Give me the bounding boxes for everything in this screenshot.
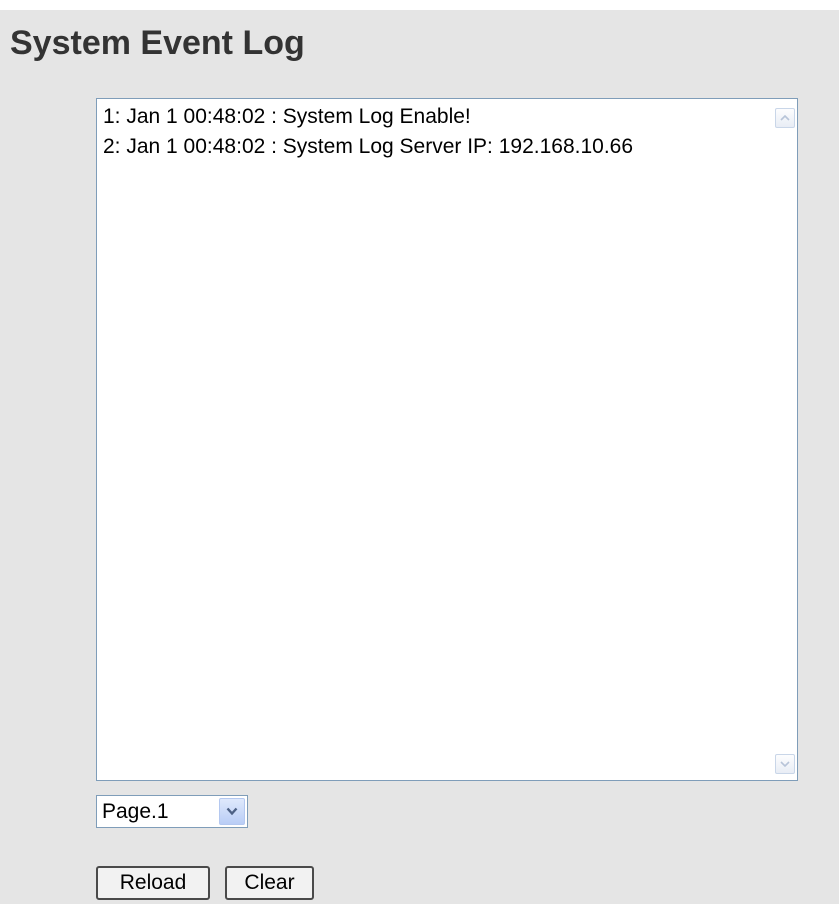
event-log-textarea[interactable]: 1: Jan 1 00:48:02 : System Log Enable! 2… bbox=[96, 98, 798, 781]
page-title: System Event Log bbox=[10, 24, 305, 62]
log-entry: 2: Jan 1 00:48:02 : System Log Server IP… bbox=[103, 135, 634, 158]
vertical-scrollbar[interactable] bbox=[774, 100, 796, 779]
page-select[interactable]: Page.1 bbox=[96, 795, 248, 828]
top-strip bbox=[0, 0, 839, 10]
page-select-value: Page.1 bbox=[102, 800, 169, 823]
chevron-down-icon bbox=[226, 807, 238, 816]
event-log-lines: 1: Jan 1 00:48:02 : System Log Enable! 2… bbox=[103, 102, 767, 780]
scroll-down-button[interactable] bbox=[775, 754, 795, 774]
log-entry: 1: Jan 1 00:48:02 : System Log Enable! bbox=[103, 105, 471, 128]
chevron-up-icon bbox=[780, 115, 790, 121]
reload-button[interactable]: Reload bbox=[96, 866, 210, 900]
clear-button[interactable]: Clear bbox=[225, 866, 314, 900]
page-select-dropdown-button[interactable] bbox=[219, 798, 245, 825]
scroll-up-button[interactable] bbox=[775, 108, 795, 128]
chevron-down-icon bbox=[780, 761, 790, 767]
